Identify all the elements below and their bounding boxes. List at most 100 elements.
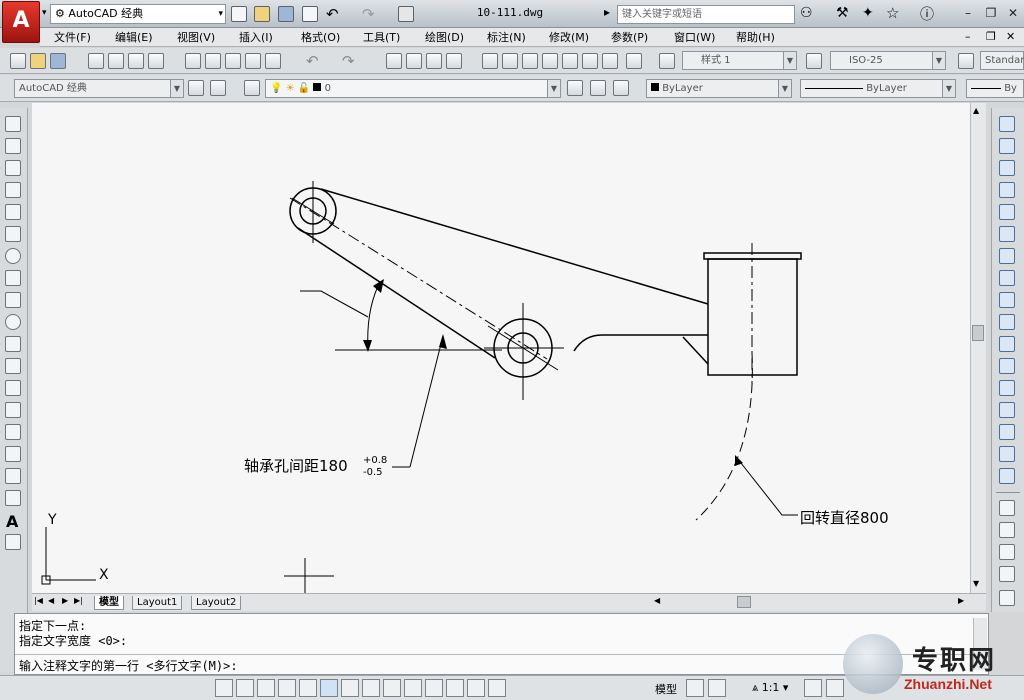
table-icon[interactable]: [5, 490, 21, 506]
construction-line-icon[interactable]: [5, 138, 21, 154]
color-combo[interactable]: ByLayer ▼: [646, 79, 792, 98]
bring-above-icon[interactable]: [999, 544, 1015, 560]
undo-icon[interactable]: ↶: [326, 5, 339, 23]
satellite-icon[interactable]: ✦: [862, 5, 874, 21]
menu-edit[interactable]: 编辑(E): [115, 30, 153, 45]
draw-order-front-icon[interactable]: [999, 500, 1015, 516]
doc-close-button[interactable]: ✕: [1006, 30, 1015, 43]
menu-file[interactable]: 文件(F): [54, 30, 91, 45]
break-at-point-icon[interactable]: [999, 358, 1015, 374]
table-style-icon[interactable]: [958, 53, 974, 69]
workspace-settings-icon[interactable]: [188, 80, 204, 96]
insert-block-icon[interactable]: [5, 358, 21, 374]
app-menu-button[interactable]: A: [2, 1, 40, 43]
menu-parameter[interactable]: 参数(P): [611, 30, 648, 45]
gradient-icon[interactable]: [5, 446, 21, 462]
plot-preview-icon[interactable]: [108, 53, 124, 69]
polyline-icon[interactable]: [5, 160, 21, 176]
object-snap-icon[interactable]: [320, 679, 338, 697]
dynamic-ucs-icon[interactable]: [383, 679, 401, 697]
menu-draw[interactable]: 绘图(D): [425, 30, 464, 45]
copy-object-icon[interactable]: [999, 138, 1015, 154]
infer-constraints-icon[interactable]: [215, 679, 233, 697]
array-icon[interactable]: [999, 204, 1015, 220]
scale-icon[interactable]: [999, 270, 1015, 286]
cut-icon[interactable]: [185, 53, 201, 69]
markup-icon[interactable]: [562, 53, 578, 69]
plot-icon[interactable]: [88, 53, 104, 69]
zoom-previous-icon[interactable]: [446, 53, 462, 69]
dimension-style-icon[interactable]: [806, 53, 822, 69]
circle-icon[interactable]: [5, 248, 21, 264]
chamfer-icon[interactable]: [999, 424, 1015, 440]
calculator-icon[interactable]: [602, 53, 618, 69]
point-icon[interactable]: [5, 402, 21, 418]
close-button[interactable]: ✕: [1005, 6, 1021, 20]
hatch-icon[interactable]: [5, 424, 21, 440]
break-icon[interactable]: [999, 380, 1015, 396]
tab-prev-icon[interactable]: ◀: [48, 596, 54, 605]
auto-scale-icon[interactable]: [826, 679, 844, 697]
region-icon[interactable]: [5, 468, 21, 484]
layer-previous-icon[interactable]: [590, 80, 606, 96]
scroll-up-icon[interactable]: ▲: [973, 106, 979, 115]
snap-mode-icon[interactable]: [236, 679, 254, 697]
lineweight-toggle-icon[interactable]: [425, 679, 443, 697]
extend-icon[interactable]: [999, 336, 1015, 352]
rotate-icon[interactable]: [999, 248, 1015, 264]
vertical-scroll-thumb[interactable]: [972, 325, 984, 341]
restore-button[interactable]: ❐: [983, 6, 999, 20]
polar-tracking-icon[interactable]: [299, 679, 317, 697]
scroll-left-icon[interactable]: ◀: [654, 596, 660, 605]
quick-properties-icon[interactable]: [467, 679, 485, 697]
rectangle-icon[interactable]: [5, 204, 21, 220]
new-file-icon[interactable]: [231, 6, 247, 22]
copy-icon[interactable]: [205, 53, 221, 69]
table-style-combo[interactable]: Standard: [980, 51, 1024, 70]
menu-tools[interactable]: 工具(T): [363, 30, 400, 45]
vertical-scrollbar[interactable]: ▲ ▼: [970, 103, 986, 593]
fillet-icon[interactable]: [999, 446, 1015, 462]
open-file-icon[interactable]: [254, 6, 270, 22]
design-center-icon[interactable]: [502, 53, 518, 69]
ellipse-arc-icon[interactable]: [5, 336, 21, 352]
save-as-icon[interactable]: [302, 6, 318, 22]
save-icon[interactable]: [50, 53, 66, 69]
help-icon[interactable]: ⓘ: [920, 4, 934, 24]
grid-icon[interactable]: [257, 679, 275, 697]
horizontal-scroll-thumb[interactable]: [737, 596, 751, 608]
zoom-realtime-icon[interactable]: [406, 53, 422, 69]
print-icon[interactable]: [398, 6, 414, 22]
pan-icon[interactable]: [386, 53, 402, 69]
transparency-icon[interactable]: [446, 679, 464, 697]
save-icon[interactable]: [278, 6, 294, 22]
model-space-label[interactable]: 模型: [655, 681, 677, 697]
block-editor-icon[interactable]: [265, 53, 281, 69]
quick-view-layouts-icon[interactable]: [686, 679, 704, 697]
sheet-set-icon[interactable]: [542, 53, 558, 69]
menu-dimension[interactable]: 标注(N): [487, 30, 526, 45]
tool-palettes-icon[interactable]: [522, 53, 538, 69]
move-icon[interactable]: [999, 226, 1015, 242]
ellipse-icon[interactable]: [5, 314, 21, 330]
revision-cloud-icon[interactable]: [5, 270, 21, 286]
doc-restore-button[interactable]: ❐: [986, 30, 996, 43]
mirror-icon[interactable]: [999, 160, 1015, 176]
text-style-icon[interactable]: [659, 53, 675, 69]
drawing-area[interactable]: 轴承孔间距180 +0.8 -0.5 回转直径800 Y X: [32, 103, 970, 593]
title-expand-icon[interactable]: ▸: [604, 5, 610, 19]
tab-model[interactable]: 模型: [94, 596, 124, 610]
search-input[interactable]: 键入关键字或短语: [617, 5, 795, 24]
wrench-icon[interactable]: ⚒: [836, 5, 849, 21]
menu-format[interactable]: 格式(O): [301, 30, 340, 45]
paste-icon[interactable]: [225, 53, 241, 69]
qnew-icon[interactable]: [10, 53, 26, 69]
annotation-visibility-icon[interactable]: [804, 679, 822, 697]
workspace-switcher[interactable]: ⚙ AutoCAD 经典 ▾: [50, 4, 226, 24]
open-icon[interactable]: [30, 53, 46, 69]
dynamic-input-icon[interactable]: [404, 679, 422, 697]
erase-icon[interactable]: [999, 116, 1015, 132]
menu-modify[interactable]: 修改(M): [549, 30, 589, 45]
make-block-icon[interactable]: [5, 380, 21, 396]
undo-icon[interactable]: ↶: [306, 52, 319, 70]
